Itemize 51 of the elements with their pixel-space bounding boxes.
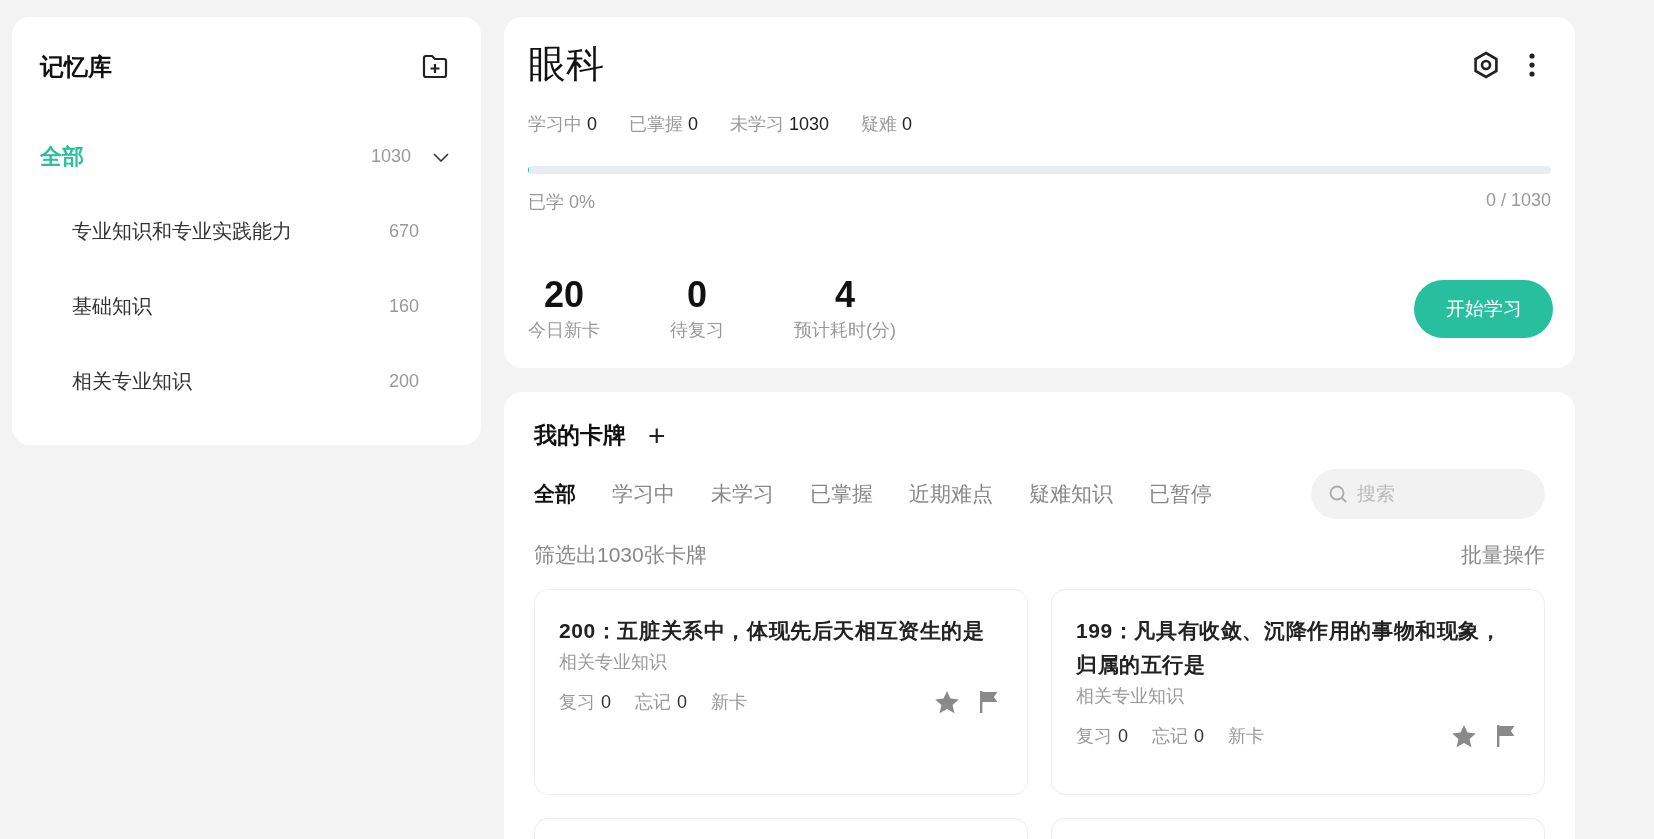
star-icon[interactable] bbox=[935, 690, 959, 714]
more-icon[interactable] bbox=[1529, 52, 1535, 77]
filter-tab[interactable]: 疑难知识 bbox=[1029, 480, 1113, 508]
summary-value: 0 bbox=[687, 276, 707, 314]
card-category: 相关专业知识 bbox=[1076, 685, 1185, 708]
summary-label: 预计耗时(分) bbox=[794, 319, 896, 342]
review-count: 复习 0 bbox=[1076, 725, 1128, 748]
sidebar-item[interactable]: 全部 1030 bbox=[28, 119, 449, 194]
stat-text: 已掌握 0 bbox=[629, 113, 699, 136]
review-count: 复习 0 bbox=[559, 691, 611, 714]
chevron-icon[interactable] bbox=[433, 151, 449, 162]
settings-icon[interactable] bbox=[1471, 49, 1501, 80]
flashcard[interactable]: 200：五脏关系中，体现先后天相互资生的是 相关专业知识 复习 0 忘记 0 新卡 bbox=[534, 589, 1028, 795]
filter-tab[interactable]: 已掌握 bbox=[810, 480, 873, 508]
stat-text: 未学习 1030 bbox=[730, 113, 830, 136]
sidebar-title: 记忆库 bbox=[40, 52, 112, 82]
filter-tab[interactable]: 全部 bbox=[534, 480, 576, 508]
stat-text: 疑难 0 bbox=[861, 113, 913, 136]
deck-title: 眼科 bbox=[528, 42, 604, 87]
add-folder-icon[interactable] bbox=[421, 54, 449, 80]
forget-count: 忘记 0 bbox=[1152, 725, 1205, 748]
summary-label: 今日新卡 bbox=[528, 319, 600, 342]
filter-tab[interactable]: 学习中 bbox=[612, 480, 675, 508]
progress-reading: 0 / 1030 bbox=[1485, 190, 1551, 212]
filter-tab[interactable]: 已暂停 bbox=[1149, 480, 1212, 508]
flag-icon[interactable] bbox=[1496, 725, 1516, 747]
sidebar-item[interactable]: 相关专业知识 200 bbox=[28, 344, 449, 419]
filter-tab[interactable]: 未学习 bbox=[711, 480, 774, 508]
flashcard[interactable]: 199：凡具有收敛、沉降作用的事物和现象，归属的五行是 相关专业知识 复习 0 忘记 0 新卡 bbox=[1051, 589, 1545, 795]
sidebar-item[interactable]: 专业知识和专业实践能力 670 bbox=[28, 194, 449, 269]
card-question: 199：凡具有收敛、沉降作用的事物和现象，归属的五行是 bbox=[1076, 618, 1503, 678]
stat-text: 学习中 0 bbox=[528, 113, 597, 136]
summary-label: 待复习 bbox=[670, 319, 724, 342]
filter-tab[interactable]: 近期难点 bbox=[909, 480, 993, 508]
card-category: 相关专业知识 bbox=[559, 651, 668, 674]
card-question: 200：五脏关系中，体现先后天相互资生的是 bbox=[559, 618, 986, 644]
filter-count: 筛选出1030张卡牌 bbox=[534, 542, 707, 568]
cards-title: 我的卡牌 bbox=[534, 421, 626, 450]
flag-icon[interactable] bbox=[979, 691, 999, 713]
forget-count: 忘记 0 bbox=[635, 691, 688, 714]
search-icon bbox=[1329, 485, 1347, 503]
card-status: 新卡 bbox=[711, 691, 748, 714]
start-button[interactable]: 开始学习 bbox=[1414, 280, 1553, 338]
progress-label: 已学 0% bbox=[528, 191, 596, 214]
card-status: 新卡 bbox=[1228, 725, 1265, 748]
summary-value: 4 bbox=[835, 276, 855, 314]
summary-value: 20 bbox=[543, 276, 584, 314]
sidebar-item[interactable]: 基础知识 160 bbox=[28, 269, 449, 344]
batch-action-link[interactable]: 批量操作 bbox=[1461, 541, 1545, 569]
add-button[interactable]: + bbox=[648, 421, 666, 450]
star-icon[interactable] bbox=[1452, 724, 1476, 748]
